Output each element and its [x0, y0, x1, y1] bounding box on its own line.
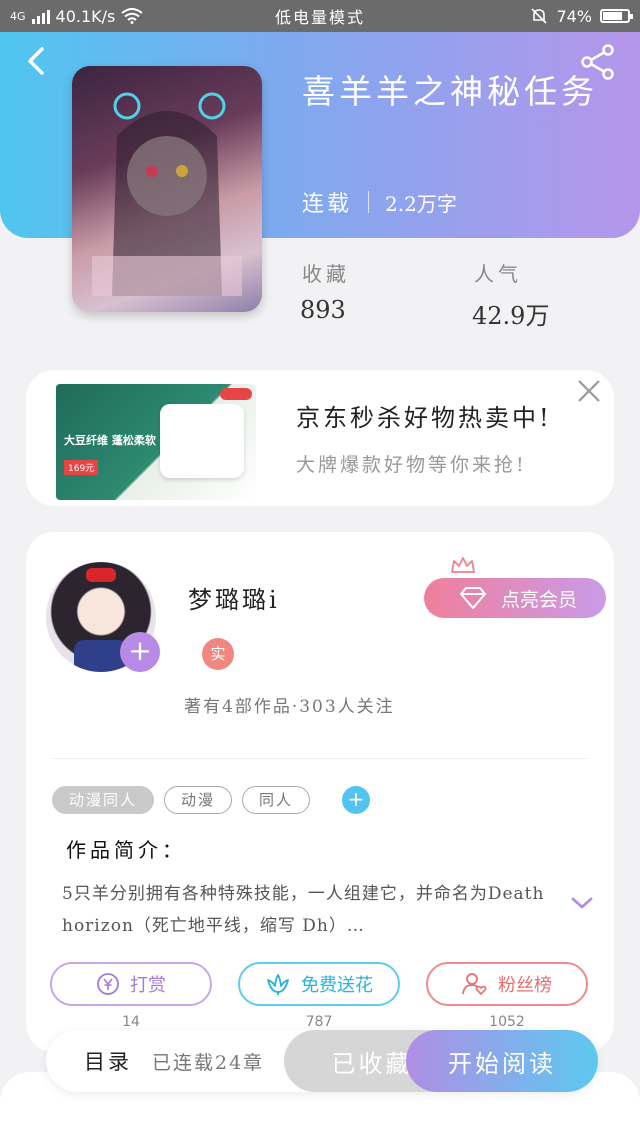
- chapter-status[interactable]: 已连载24章: [152, 1048, 264, 1075]
- battery-icon: [600, 9, 633, 23]
- ad-image[interactable]: 大豆纤维 蓬松柔软 169元: [56, 384, 256, 500]
- network-speed: 40.1K/s: [55, 6, 116, 26]
- follow-button[interactable]: +: [120, 632, 160, 672]
- intro-label: 作品简介：: [66, 838, 186, 862]
- serial-status: 连载: [302, 192, 353, 217]
- author-name[interactable]: 梦璐璐i: [188, 580, 280, 615]
- action-row: 打赏 免费送花 粉丝榜 14 787 1052: [50, 962, 590, 1030]
- popularity-count: 42.9万: [472, 302, 550, 330]
- book-meta: 连载 2.2万字: [302, 186, 457, 218]
- vip-button-label: 点亮会员: [500, 588, 577, 611]
- tag-item[interactable]: 动漫: [164, 786, 233, 814]
- mute-bell-icon: [531, 8, 548, 24]
- favorites-label: 收藏: [302, 262, 350, 286]
- verified-badge: 实: [202, 638, 234, 670]
- ad-subtitle[interactable]: 大牌爆款好物等你来抢!: [296, 450, 527, 477]
- signal-icon: [31, 8, 50, 24]
- flower-count: 787: [305, 1014, 333, 1030]
- intro-text[interactable]: 5只羊分别拥有各种特殊技能，一人组建它，并命名为Death horizon（死亡…: [62, 878, 562, 942]
- fans-ranking-label: 粉丝榜: [498, 975, 552, 996]
- book-title: 喜羊羊之神秘任务: [302, 72, 598, 111]
- yen-coin-icon: [97, 973, 119, 995]
- send-flower-label: 免费送花: [301, 975, 373, 996]
- ad-title[interactable]: 京东秒杀好物热卖中!: [296, 398, 552, 433]
- meta-divider: [368, 191, 370, 213]
- reward-count: 14: [122, 1014, 140, 1030]
- add-tag-button[interactable]: +: [342, 786, 371, 814]
- wifi-icon: [121, 8, 143, 24]
- chevron-down-icon[interactable]: [570, 894, 594, 912]
- tag-item[interactable]: 同人: [242, 786, 311, 814]
- tag-list: 动漫同人 动漫 同人 +: [52, 786, 371, 814]
- diamond-icon: [459, 587, 486, 609]
- word-count: 2.2万字: [385, 191, 457, 216]
- ad-banner[interactable]: 大豆纤维 蓬松柔软 169元 京东秒杀好物热卖中! 大牌爆款好物等你来抢!: [26, 370, 614, 506]
- crown-icon: [451, 557, 475, 573]
- toc-button[interactable]: 目录: [84, 1046, 132, 1076]
- start-reading-label: 开始阅读: [448, 1049, 556, 1078]
- favorites-count: 893: [300, 296, 346, 324]
- reward-button[interactable]: 打赏: [50, 962, 212, 1006]
- fans-count: 1052: [489, 1014, 525, 1030]
- status-bar: 4G 40.1K/s 低电量模式 74%: [0, 0, 640, 32]
- reward-label: 打赏: [130, 975, 166, 996]
- vip-button[interactable]: 点亮会员: [424, 578, 606, 618]
- fans-ranking-button[interactable]: 粉丝榜: [426, 962, 588, 1006]
- flower-icon: [267, 974, 289, 995]
- network-type: 4G: [10, 9, 26, 23]
- divider: [52, 758, 588, 759]
- user-heart-icon: [462, 973, 487, 996]
- favorited-label: 已收藏: [331, 1049, 413, 1078]
- send-flower-button[interactable]: 免费送花: [238, 962, 400, 1006]
- battery-percent: 74%: [556, 6, 592, 26]
- start-reading-button[interactable]: 开始阅读: [406, 1030, 598, 1092]
- tag-item[interactable]: 动漫同人: [52, 786, 155, 814]
- back-arrow-icon[interactable]: [22, 46, 52, 76]
- book-cover[interactable]: [72, 66, 262, 312]
- close-icon[interactable]: [574, 376, 604, 406]
- author-card: + 梦璐璐i 实 著有4部作品·303人关注 点亮会员 动漫同人 动漫 同人 +…: [26, 532, 614, 1052]
- bottom-action-bar: 目录 已连载24章 已收藏 开始阅读: [46, 1030, 598, 1092]
- popularity-label: 人气: [474, 262, 522, 286]
- author-stats: 著有4部作品·303人关注: [184, 697, 395, 717]
